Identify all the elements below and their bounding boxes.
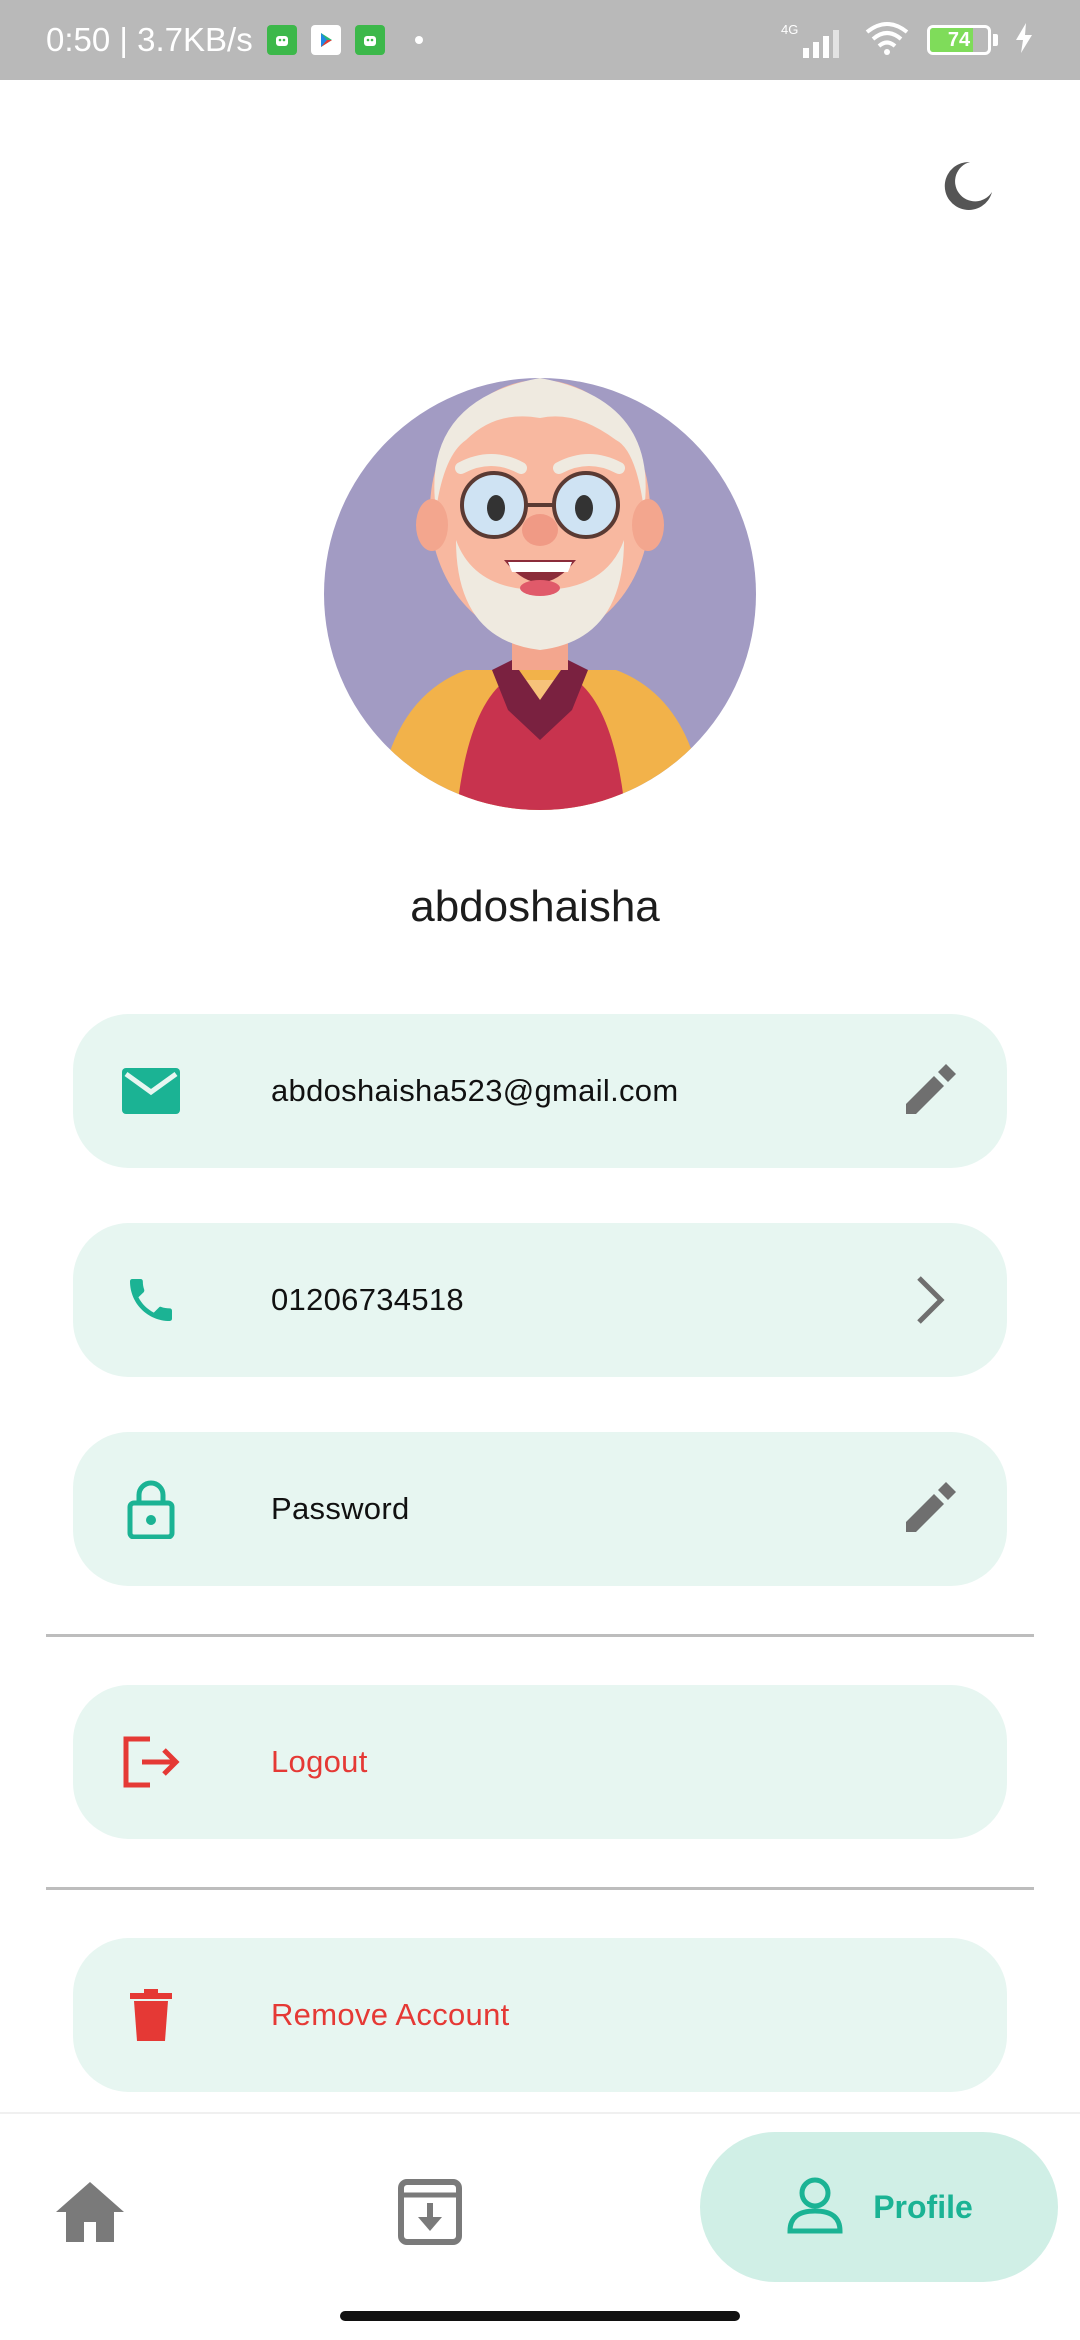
- phone-card[interactable]: 01206734518: [73, 1223, 1007, 1377]
- play-store-icon: [310, 25, 341, 55]
- status-left: 0:50 | 3.7KB/s: [46, 21, 423, 59]
- battery-icon: 74: [927, 25, 991, 55]
- wifi-icon: [863, 20, 911, 61]
- trash-icon: [117, 1981, 185, 2049]
- password-label: Password: [271, 1491, 410, 1526]
- lock-icon: [117, 1475, 185, 1543]
- remove-account-label: Remove Account: [271, 1997, 510, 2032]
- phone-icon: [117, 1266, 185, 1334]
- nav-home[interactable]: [48, 2172, 132, 2256]
- edit-icon[interactable]: [895, 1057, 963, 1125]
- email-value: abdoshaisha523@gmail.com: [271, 1073, 679, 1108]
- home-indicator[interactable]: [340, 2311, 740, 2321]
- moon-icon: [940, 158, 996, 219]
- nav-profile-label: Profile: [873, 2188, 973, 2225]
- edit-icon[interactable]: [895, 1475, 963, 1543]
- username: abdoshaisha: [410, 882, 660, 931]
- android-notify-icon: [266, 25, 297, 55]
- logout-button[interactable]: Logout: [73, 1685, 1007, 1839]
- email-icon: [117, 1057, 185, 1125]
- theme-toggle-button[interactable]: [928, 148, 1008, 228]
- status-right: 4G 74: [781, 20, 1034, 61]
- charging-icon: [1014, 22, 1034, 58]
- phone-value: 01206734518: [271, 1282, 464, 1317]
- email-card[interactable]: abdoshaisha523@gmail.com: [73, 1014, 1007, 1168]
- archive-icon: [398, 2178, 462, 2250]
- battery-cap: [993, 34, 998, 46]
- avatar: [316, 340, 764, 820]
- profile-icon: [785, 2175, 845, 2240]
- logout-icon: [117, 1728, 185, 1796]
- divider: [46, 1634, 1034, 1637]
- divider: [46, 1887, 1034, 1890]
- status-bar: 0:50 | 3.7KB/s 4G 74: [0, 0, 1080, 80]
- nav-archive[interactable]: [388, 2172, 472, 2256]
- android-notify-icon: [354, 25, 385, 55]
- notification-dot: [414, 36, 423, 44]
- logout-label: Logout: [271, 1744, 368, 1779]
- nav-profile[interactable]: Profile: [700, 2132, 1058, 2282]
- bottom-nav: Profile: [0, 2112, 1080, 2340]
- battery-level: 74: [947, 28, 971, 51]
- password-card[interactable]: Password: [73, 1432, 1007, 1586]
- profile-screen: 0:50 | 3.7KB/s 4G 74 abdoshaisha abdosha…: [0, 0, 1080, 2340]
- chevron-right-icon[interactable]: [895, 1266, 963, 1334]
- home-icon: [54, 2180, 126, 2249]
- remove-account-button[interactable]: Remove Account: [73, 1938, 1007, 2092]
- signal-icon: 4G: [781, 22, 847, 58]
- status-time-speed: 0:50 | 3.7KB/s: [46, 21, 253, 58]
- network-type: 4G: [781, 22, 799, 37]
